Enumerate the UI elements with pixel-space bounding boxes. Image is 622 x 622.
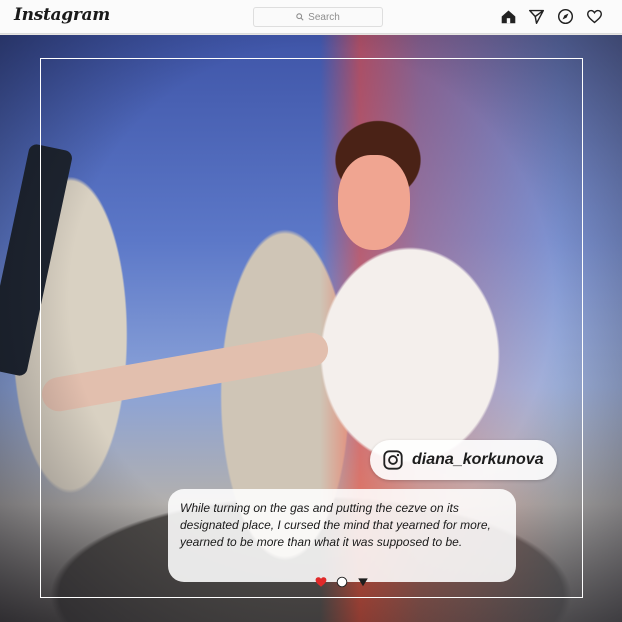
instagram-logo[interactable]: Instagram bbox=[14, 5, 110, 25]
carousel-heart-dot-icon[interactable] bbox=[315, 576, 327, 588]
heart-icon[interactable] bbox=[586, 8, 603, 25]
username: diana_korkunova bbox=[412, 451, 544, 468]
carousel-triangle-dot-icon[interactable] bbox=[357, 576, 369, 588]
search-icon bbox=[296, 13, 304, 21]
search-input[interactable]: Search bbox=[253, 7, 383, 27]
explore-icon[interactable] bbox=[557, 8, 574, 25]
top-navigation-bar: Instagram Search bbox=[0, 0, 622, 34]
direct-icon[interactable] bbox=[528, 8, 545, 25]
home-icon[interactable] bbox=[500, 8, 517, 25]
search-placeholder: Search bbox=[308, 11, 340, 23]
carousel-indicator[interactable] bbox=[315, 576, 369, 588]
carousel-circle-dot-icon[interactable] bbox=[336, 576, 348, 588]
username-tag[interactable]: diana_korkunova bbox=[370, 440, 557, 480]
instagram-glyph-icon bbox=[383, 450, 403, 470]
post-caption: While turning on the gas and putting the… bbox=[168, 489, 516, 582]
